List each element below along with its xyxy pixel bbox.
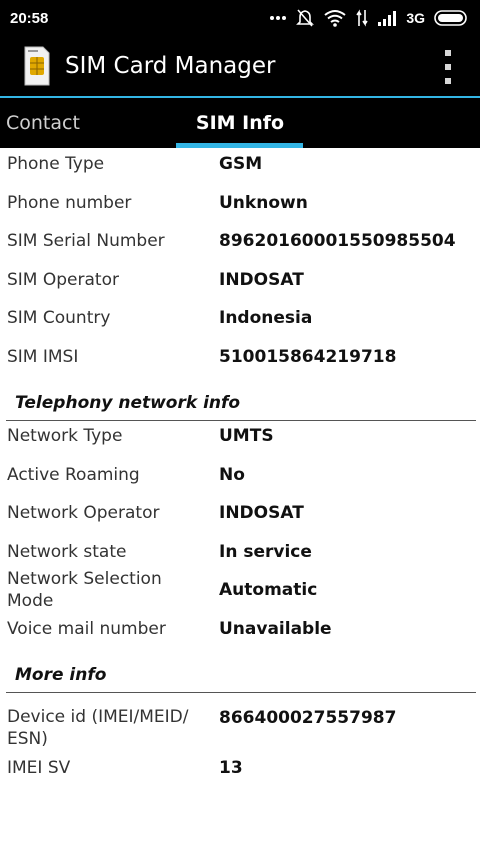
row-value: Unknown	[219, 193, 308, 213]
active-tab-indicator	[176, 143, 303, 148]
network-type-indicator: 3G	[406, 10, 425, 26]
row-value: INDOSAT	[219, 270, 304, 290]
overflow-menu-icon[interactable]	[438, 50, 458, 84]
row-value: GSM	[219, 154, 263, 174]
row-value: 866400027557987	[219, 708, 397, 728]
row-value: Indonesia	[219, 308, 313, 328]
section-header-telephony: Telephony network info	[0, 391, 480, 421]
row-label: SIM Operator	[7, 270, 119, 290]
section-divider	[6, 692, 476, 693]
row-label: SIM Country	[7, 308, 111, 328]
row-value: In service	[219, 542, 312, 562]
section-title: More info	[15, 665, 107, 685]
tab-bar: Contact SIM Info	[0, 96, 480, 148]
row-label: Phone number	[7, 193, 132, 213]
row-value: No	[219, 465, 245, 485]
app-title: SIM Card Manager	[65, 53, 276, 79]
section-header-more-info: More info	[0, 663, 480, 693]
battery-icon	[434, 10, 467, 26]
row-label: Network Selection Mode	[7, 569, 162, 611]
status-bar: 20:58 3G	[0, 0, 480, 36]
tab-sim-info[interactable]: SIM Info	[176, 98, 304, 148]
row-label: Voice mail number	[7, 619, 166, 639]
row-value: 89620160001550985504	[219, 231, 456, 251]
action-bar: SIM Card Manager	[0, 36, 480, 96]
row-value: UMTS	[219, 426, 274, 446]
row-label: Network Type	[7, 426, 123, 446]
row-label: SIM Serial Number	[7, 231, 165, 251]
tab-contact[interactable]: Contact	[0, 98, 80, 148]
row-value: Unavailable	[219, 619, 332, 639]
mute-icon	[296, 9, 315, 27]
status-icons: 3G	[269, 8, 470, 28]
wifi-icon	[324, 10, 346, 27]
row-label: Network Operator	[7, 503, 160, 523]
row-label: Phone Type	[7, 154, 105, 174]
row-label: Active Roaming	[7, 465, 140, 485]
row-label: IMEI SV	[7, 758, 71, 778]
signal-icon	[378, 11, 397, 26]
row-label: SIM IMSI	[7, 347, 79, 367]
data-arrows-icon	[356, 9, 368, 27]
row-value: 13	[219, 758, 243, 778]
status-time: 20:58	[10, 9, 49, 27]
row-value: 510015864219718	[219, 347, 397, 367]
row-value: INDOSAT	[219, 503, 304, 523]
more-dots-icon	[270, 16, 287, 20]
row-label: Device id (IMEI/MEID/ ESN)	[7, 707, 189, 749]
sim-card-app-icon	[24, 46, 50, 86]
row-value: Automatic	[219, 580, 318, 600]
section-title: Telephony network info	[15, 393, 241, 413]
row-label: Network state	[7, 542, 127, 562]
section-divider	[6, 420, 476, 421]
